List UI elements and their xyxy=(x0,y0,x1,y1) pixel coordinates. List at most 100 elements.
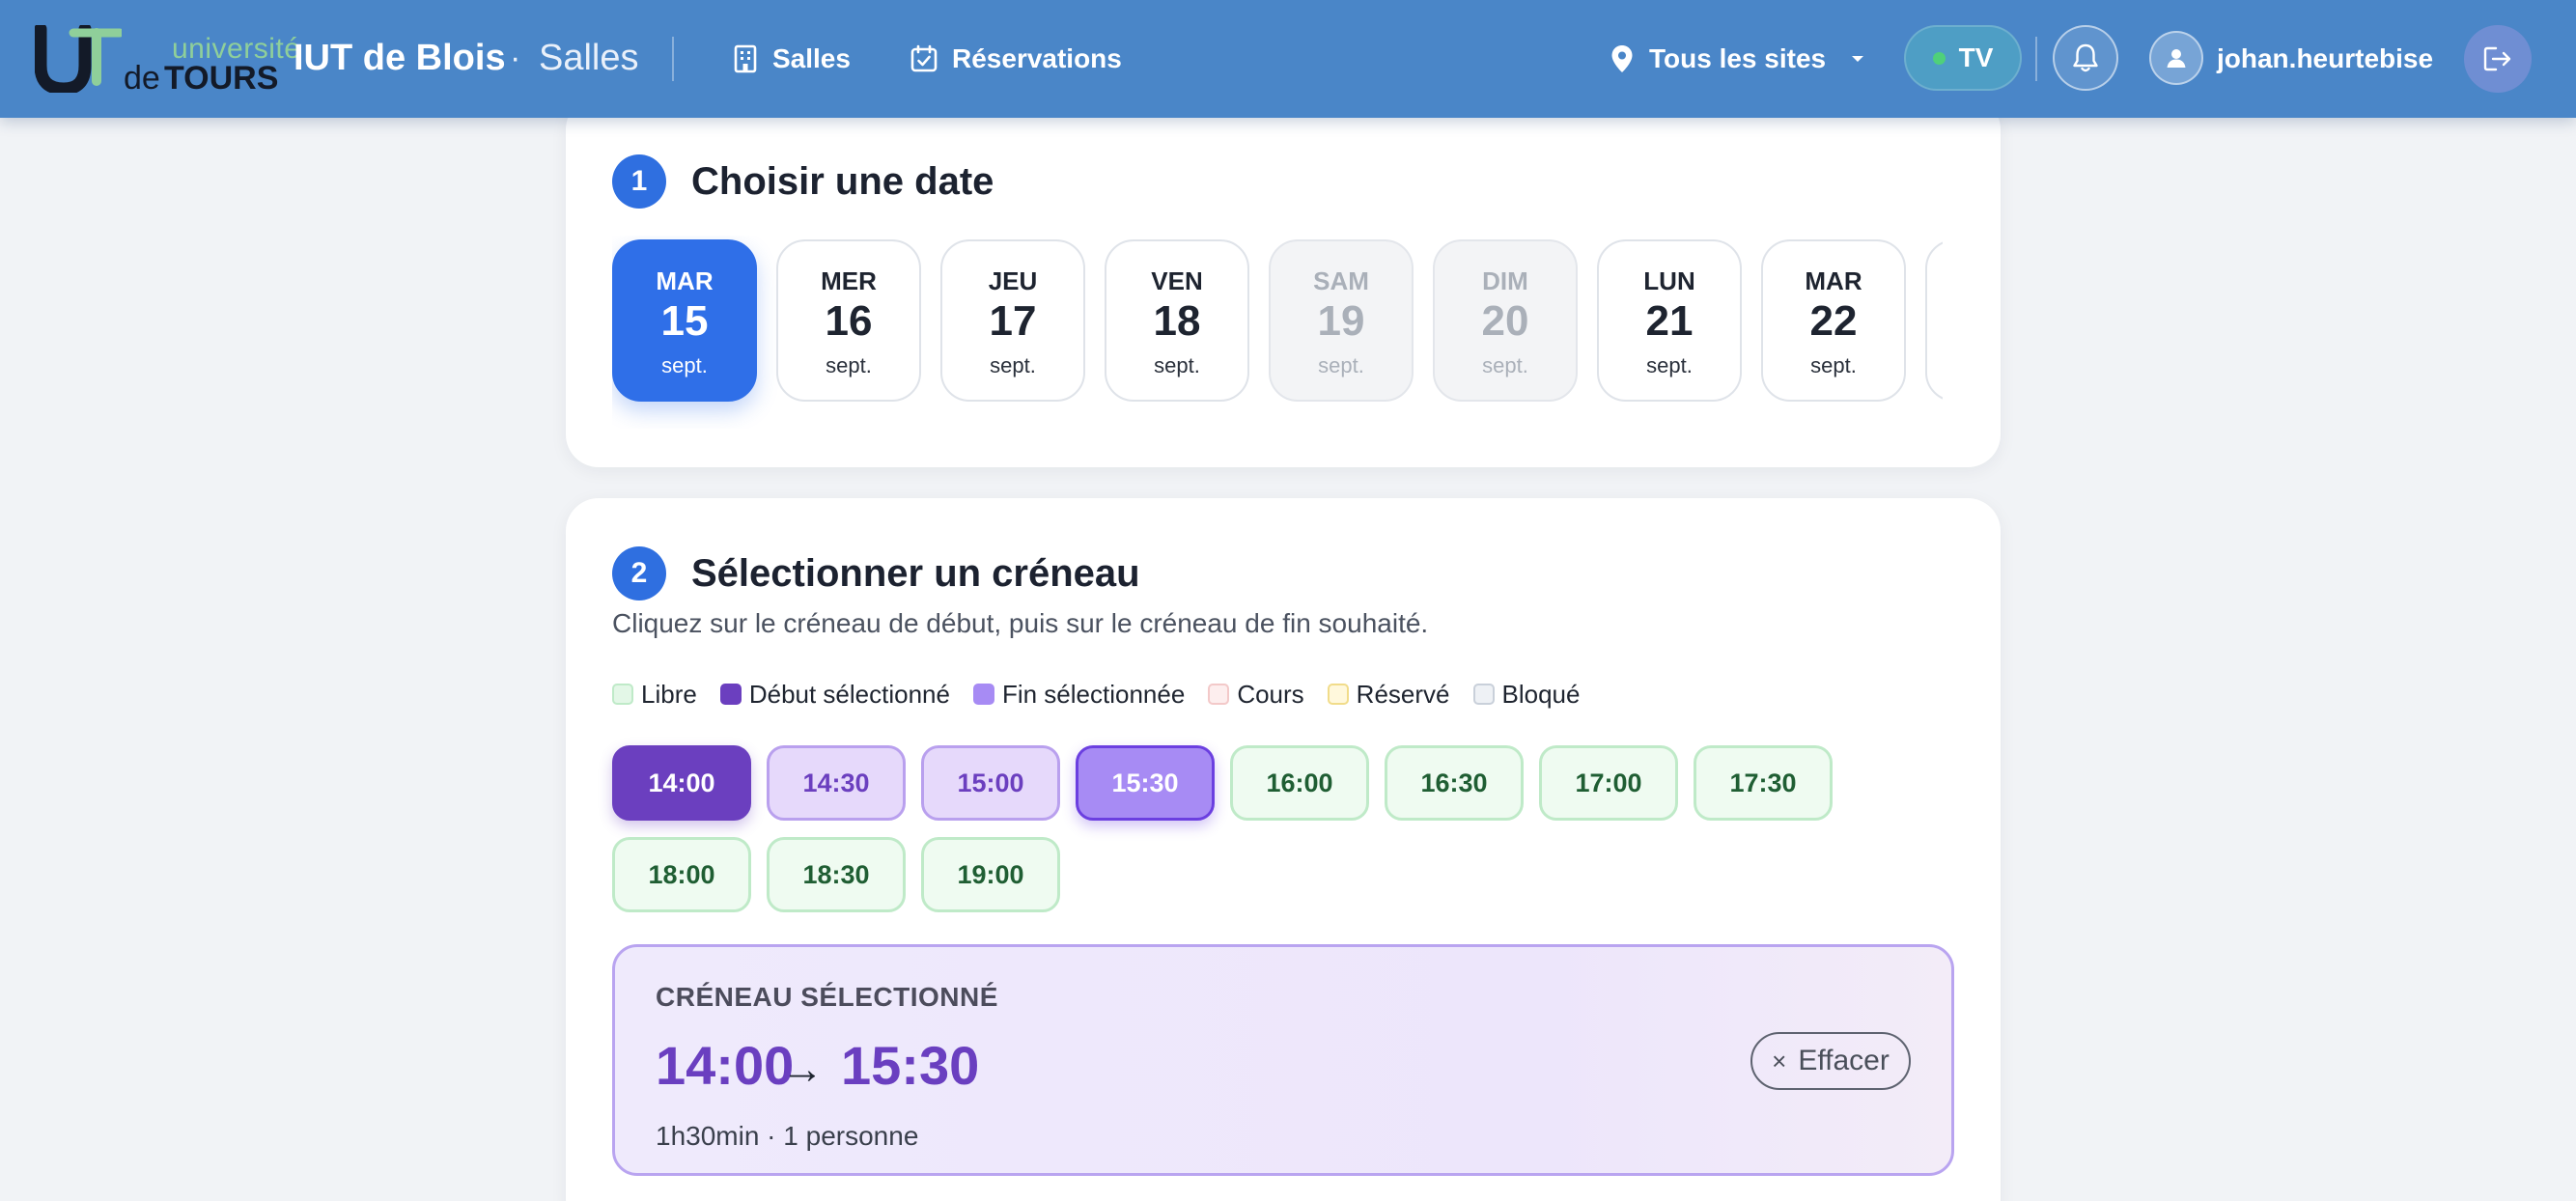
step-title: Choisir une date xyxy=(691,160,994,203)
username[interactable]: johan.heurtebise xyxy=(2217,37,2433,81)
time-slot-start[interactable]: 14:00 xyxy=(612,745,751,821)
slot-legend: Libre Début sélectionné Fin sélectionnée… xyxy=(612,678,1603,711)
date-month: sept. xyxy=(1646,353,1693,377)
top-bar: université de TOURS IUT de Blois · Salle… xyxy=(0,0,2576,118)
time-slot-free[interactable]: 18:00 xyxy=(612,837,751,912)
date-day: 21 xyxy=(1645,297,1694,345)
legend-item-cours: Cours xyxy=(1208,679,1304,710)
date-month: sept. xyxy=(990,353,1036,377)
nav-reservations-label: Réservations xyxy=(952,43,1122,73)
date-chip[interactable]: JEU 17 sept. xyxy=(940,239,1085,402)
date-strip[interactable]: MAR 15 sept. MER 16 sept. JEU 17 sept. V… xyxy=(612,236,1943,429)
legend-item-fin: Fin sélectionnée xyxy=(972,679,1186,710)
clear-selection-label: Effacer xyxy=(1798,1045,1890,1076)
arrow-right-icon: → xyxy=(781,1046,824,1093)
time-slot-free[interactable]: 16:30 xyxy=(1385,745,1524,821)
summary-label: CRÉNEAU SÉLECTIONNÉ xyxy=(656,982,998,1012)
tv-mode-button[interactable]: TV xyxy=(1904,25,2022,91)
legend-item-bloque: Bloqué xyxy=(1472,679,1581,710)
summary-end-time: 15:30 xyxy=(841,1035,980,1096)
date-month: sept. xyxy=(1318,353,1364,377)
logout-button[interactable] xyxy=(2464,25,2532,93)
date-chip[interactable]: MAR 22 sept. xyxy=(1761,239,1906,402)
date-month: sept. xyxy=(1810,353,1857,377)
slot-picker-card: 2 Sélectionner un créneau Cliquez sur le… xyxy=(566,498,2001,1201)
notifications-button[interactable] xyxy=(2053,25,2118,91)
date-day: 18 xyxy=(1153,297,1201,345)
date-weekday: SAM xyxy=(1313,266,1369,295)
caret-down-icon xyxy=(1852,56,1864,62)
legend-swatch xyxy=(1208,684,1230,705)
time-slot-free[interactable]: 17:00 xyxy=(1539,745,1678,821)
legend-item-reserve: Réservé xyxy=(1327,679,1450,710)
app-section-name: Salles xyxy=(539,38,639,78)
status-dot-icon xyxy=(1932,51,1946,65)
legend-label: Réservé xyxy=(1356,679,1450,709)
date-weekday: VEN xyxy=(1151,266,1203,295)
date-month: sept. xyxy=(661,353,708,377)
legend-swatch xyxy=(1472,684,1495,705)
date-chip[interactable]: MER 16 sept. xyxy=(776,239,921,402)
clear-selection-button[interactable]: × Effacer xyxy=(1750,1032,1911,1090)
logo-tours-text: TOURS xyxy=(164,60,279,97)
legend-label: Libre xyxy=(641,679,697,709)
date-day: 22 xyxy=(1809,297,1858,345)
nav-reservations[interactable]: Réservations xyxy=(910,37,1122,81)
bell-icon xyxy=(2073,43,2098,72)
summary-start-time: 14:00 xyxy=(656,1035,795,1096)
calendar-check-icon xyxy=(910,44,938,72)
date-chip-partial[interactable] xyxy=(1925,239,1943,402)
time-slot-range[interactable]: 14:30 xyxy=(767,745,906,821)
date-picker-card: 1 Choisir une date MAR 15 sept. MER 16 s… xyxy=(566,97,2001,467)
legend-label: Fin sélectionnée xyxy=(1001,679,1186,709)
step-number: 2 xyxy=(612,546,666,600)
app-brand[interactable]: IUT de Blois xyxy=(294,35,506,81)
header-divider xyxy=(672,37,674,81)
date-month: sept. xyxy=(1482,353,1528,377)
date-weekday: MAR xyxy=(1805,266,1862,295)
selected-slot-summary: CRÉNEAU SÉLECTIONNÉ 14:00 → 15:30 1h30mi… xyxy=(612,944,1954,1176)
date-day: 19 xyxy=(1317,297,1365,345)
site-select-dropdown[interactable]: Tous les sites xyxy=(1610,37,1866,81)
nav-salles[interactable]: Salles xyxy=(732,37,851,81)
date-weekday: LUN xyxy=(1643,266,1695,295)
legend-swatch xyxy=(719,684,742,705)
nav-salles-label: Salles xyxy=(772,43,851,73)
time-slot-free[interactable]: 17:30 xyxy=(1694,745,1833,821)
tv-label: TV xyxy=(1958,42,1994,72)
date-day: 20 xyxy=(1481,297,1529,345)
time-slot-free[interactable]: 19:00 xyxy=(921,837,1060,912)
date-chip[interactable]: LUN 21 sept. xyxy=(1597,239,1742,402)
date-month: sept. xyxy=(1154,353,1200,377)
legend-label: Début sélectionné xyxy=(748,679,950,709)
date-weekday: MAR xyxy=(656,266,714,295)
legend-item-libre: Libre xyxy=(612,680,697,710)
legend-swatch xyxy=(612,684,633,705)
date-weekday: JEU xyxy=(988,266,1038,295)
legend-swatch xyxy=(972,684,994,705)
ut-logo-mark-icon xyxy=(35,25,122,93)
universite-tours-logo[interactable]: université de TOURS xyxy=(35,23,300,97)
date-chip[interactable]: SAM 19 sept. xyxy=(1269,239,1414,402)
user-icon xyxy=(2167,49,2186,68)
time-slot-range[interactable]: 15:00 xyxy=(921,745,1060,821)
legend-label: Cours xyxy=(1237,679,1304,709)
site-select-value: Tous les sites xyxy=(1649,43,1827,73)
close-icon: × xyxy=(1772,1046,1787,1075)
date-weekday: MER xyxy=(821,266,877,295)
time-slot-end[interactable]: 15:30 xyxy=(1076,745,1215,821)
header-divider xyxy=(2035,37,2037,81)
avatar[interactable] xyxy=(2149,31,2203,85)
step-title: Sélectionner un créneau xyxy=(691,552,1140,595)
date-chip[interactable]: DIM 20 sept. xyxy=(1433,239,1578,402)
date-day: 15 xyxy=(660,297,709,345)
date-weekday: DIM xyxy=(1482,266,1528,295)
summary-duration: 1h30min · 1 personne xyxy=(656,1121,919,1151)
legend-item-debut: Début sélectionné xyxy=(719,679,950,710)
legend-label: Bloqué xyxy=(1501,679,1581,709)
date-chip[interactable]: VEN 18 sept. xyxy=(1105,239,1249,402)
time-slot-free[interactable]: 18:30 xyxy=(767,837,906,912)
date-chip[interactable]: MAR 15 sept. xyxy=(612,239,757,402)
time-slot-free[interactable]: 16:00 xyxy=(1230,745,1369,821)
logout-icon xyxy=(2483,46,2511,71)
